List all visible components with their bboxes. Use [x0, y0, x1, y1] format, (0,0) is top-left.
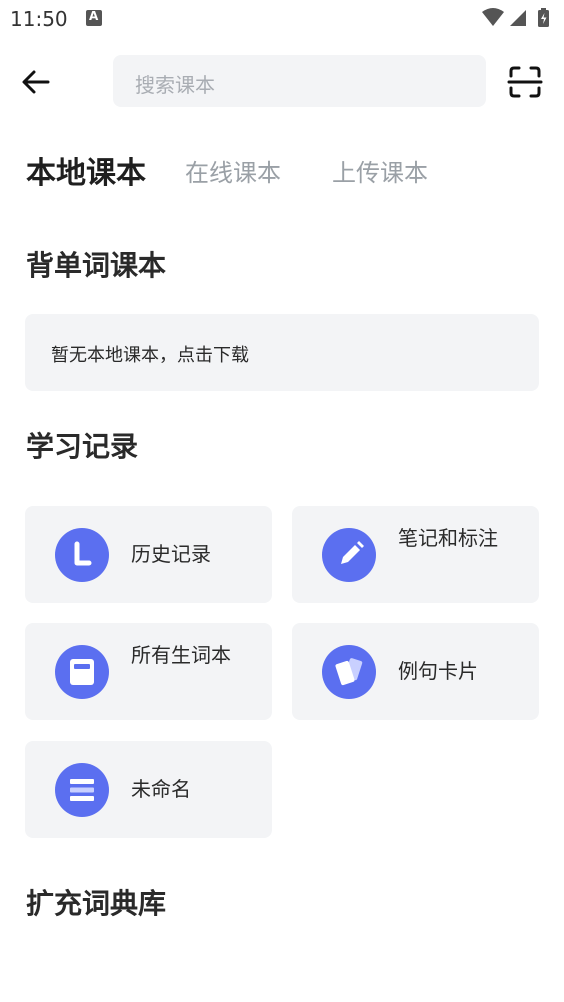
- search-input[interactable]: 搜索课本: [113, 55, 486, 107]
- wifi-icon: [482, 8, 504, 26]
- tab-local-books[interactable]: 本地课本: [26, 148, 146, 192]
- status-icons: [480, 6, 552, 30]
- section-title-dictionaries: 扩充词典库: [26, 887, 167, 920]
- scan-icon: [507, 66, 543, 98]
- arrow-left-icon: [22, 70, 50, 94]
- vocabulary-card[interactable]: 所有生词本: [25, 623, 272, 720]
- example-cards-card[interactable]: 例句卡片: [292, 623, 539, 720]
- section-title-study-records: 学习记录: [26, 430, 139, 463]
- notebook-icon: [55, 645, 109, 699]
- list-icon: [55, 763, 109, 817]
- history-icon: [55, 528, 109, 582]
- battery-icon: [538, 8, 549, 27]
- status-time: 11:50: [10, 7, 68, 31]
- card-label: 历史记录: [131, 542, 211, 566]
- top-bar: 搜索课本: [0, 52, 564, 110]
- cards-icon: [322, 645, 376, 699]
- pencil-icon: [322, 528, 376, 582]
- empty-books-text: 暂无本地课本，点击下载: [51, 345, 249, 366]
- signal-icon: [510, 10, 526, 26]
- search-placeholder: 搜索课本: [135, 73, 215, 97]
- tab-online-books[interactable]: 在线课本: [185, 153, 281, 188]
- back-button[interactable]: [18, 64, 54, 100]
- card-label: 例句卡片: [398, 659, 478, 683]
- unnamed-card[interactable]: 未命名: [25, 741, 272, 838]
- history-card[interactable]: 历史记录: [25, 506, 272, 603]
- scan-button[interactable]: [505, 62, 545, 102]
- card-label: 未命名: [131, 777, 191, 801]
- card-label: 笔记和标注: [398, 526, 498, 550]
- notes-card[interactable]: 笔记和标注: [292, 506, 539, 603]
- tab-upload-books[interactable]: 上传课本: [332, 153, 428, 188]
- notification-icon: [86, 9, 102, 26]
- download-books-banner[interactable]: 暂无本地课本，点击下载: [25, 314, 539, 391]
- section-title-word-books: 背单词课本: [26, 249, 167, 282]
- status-bar: 11:50: [0, 0, 564, 38]
- card-label: 所有生词本: [131, 643, 231, 667]
